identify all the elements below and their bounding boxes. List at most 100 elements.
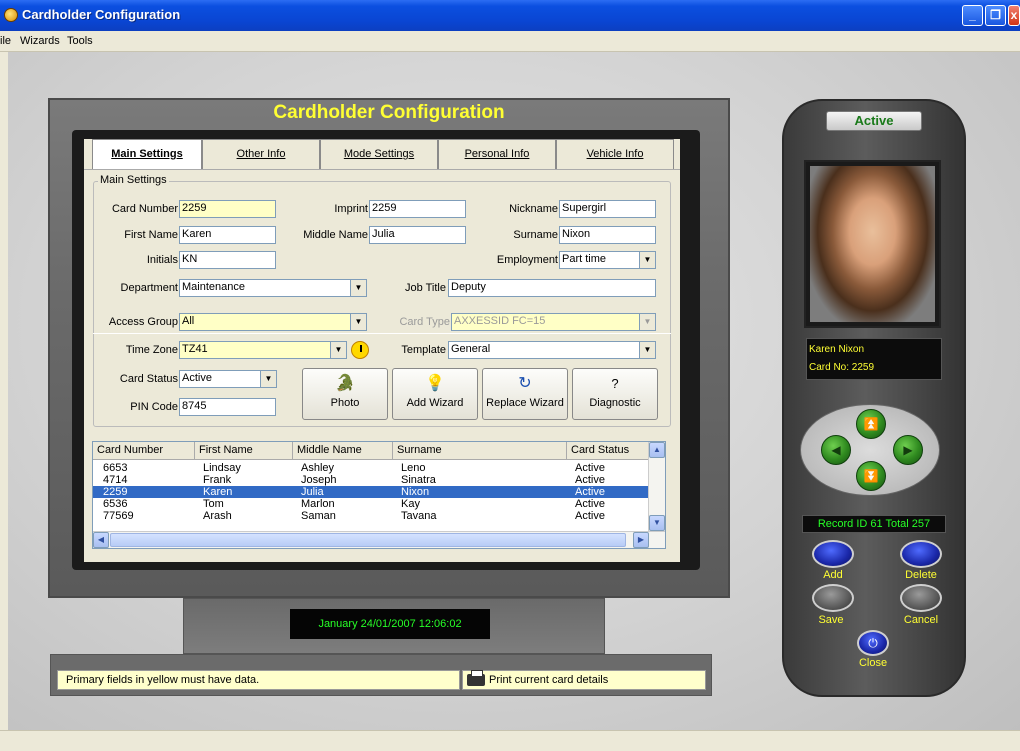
scroll-left-icon[interactable]: ◀	[93, 532, 109, 548]
scroll-right-icon[interactable]: ▶	[633, 532, 649, 548]
cardholder-photo	[810, 166, 935, 322]
cardholder-name: Karen Nixon	[809, 344, 865, 355]
screen-title: Cardholder Configuration	[273, 102, 505, 123]
add-wizard-button[interactable]: 💡 Add Wizard	[392, 368, 478, 420]
table-row[interactable]: 4714 Frank Joseph Sinatra Active	[93, 474, 653, 486]
chevron-down-icon[interactable]: ▼	[350, 280, 366, 296]
next-record-icon[interactable]: ▶	[893, 435, 923, 465]
maximize-button[interactable]: ❐	[985, 5, 1006, 26]
minimize-button[interactable]: _	[962, 5, 983, 26]
vertical-scrollbar[interactable]: ▲ ▼	[648, 442, 665, 532]
power-icon: ⏻	[868, 636, 878, 650]
close-window-button[interactable]: x	[1008, 5, 1020, 26]
template-select[interactable]: General ▼	[448, 341, 656, 359]
tab-other-info[interactable]: Other Info	[202, 139, 320, 169]
tab-main-settings[interactable]: Main Settings	[92, 139, 202, 171]
window-title: Cardholder Configuration	[22, 7, 181, 22]
delete-label: Delete	[905, 569, 937, 581]
tab-vehicle-info[interactable]: Vehicle Info	[556, 139, 674, 169]
column-header-surname[interactable]: Surname	[393, 442, 567, 460]
horizontal-scrollbar[interactable]: ◀ ▶	[93, 531, 665, 548]
title-bar: Cardholder Configuration _ ❐ x	[0, 0, 1020, 31]
status-message: Primary fields in yellow must have data.	[57, 670, 460, 690]
scroll-thumb[interactable]	[110, 533, 626, 547]
pin-code-field[interactable]: 8745	[179, 398, 276, 416]
tab-strip: Main Settings Other Info Mode Settings P…	[84, 139, 680, 171]
time-zone-select[interactable]: TZ41 ▼	[179, 341, 347, 359]
save-button[interactable]	[812, 584, 854, 612]
job-title-field[interactable]: Deputy	[448, 279, 656, 297]
first-name-field[interactable]: Karen	[179, 226, 276, 244]
print-card-details-link[interactable]: Print current card details	[462, 670, 706, 690]
cardholder-summary: Karen Nixon Card No: 2259	[806, 338, 942, 380]
middle-name-field[interactable]: Julia	[369, 226, 466, 244]
chevron-down-icon[interactable]: ▼	[350, 314, 366, 330]
card-type-select: AXXESSID FC=15 ▼	[451, 313, 656, 331]
photo-frame	[804, 160, 941, 328]
delete-button[interactable]	[900, 540, 942, 568]
tab-personal-info[interactable]: Personal Info	[438, 139, 556, 169]
tab-mode-settings[interactable]: Mode Settings	[320, 139, 438, 169]
last-record-icon[interactable]: ⏬	[856, 461, 886, 491]
template-label: Template	[401, 344, 446, 356]
card-number-label: Card Number	[111, 203, 178, 215]
column-header-first-name[interactable]: First Name	[195, 442, 293, 460]
imprint-field[interactable]: 2259	[369, 200, 466, 218]
column-header-card-status[interactable]: Card Status	[567, 442, 651, 460]
middle-name-label: Middle Name	[303, 229, 368, 241]
surname-label: Surname	[513, 229, 558, 241]
refresh-arrow-icon: ↻	[518, 375, 532, 392]
chevron-down-icon[interactable]: ▼	[260, 371, 276, 387]
record-counter: Record ID 61 Total 257	[802, 515, 946, 533]
cancel-button[interactable]	[900, 584, 942, 612]
add-label: Add	[823, 569, 843, 581]
cardholder-grid: Card Number First Name Middle Name Surna…	[92, 441, 666, 549]
nickname-field[interactable]: Supergirl	[559, 200, 656, 218]
department-select[interactable]: Maintenance ▼	[179, 279, 367, 297]
first-record-icon[interactable]: ⏫	[856, 409, 886, 439]
menu-tools[interactable]: Tools	[67, 35, 93, 47]
department-label: Department	[120, 282, 178, 294]
close-button[interactable]: ⏻	[857, 630, 889, 656]
photo-button[interactable]: 🐊 Photo	[302, 368, 388, 420]
clock-icon[interactable]	[351, 341, 369, 359]
employment-label: Employment	[496, 254, 558, 266]
table-row[interactable]: 6536 Tom Marlon Kay Active	[93, 498, 653, 510]
previous-record-icon[interactable]: ◀	[821, 435, 851, 465]
card-number-field[interactable]: 2259	[179, 200, 276, 218]
card-status-label: Card Status	[119, 373, 178, 385]
column-header-middle-name[interactable]: Middle Name	[293, 442, 393, 460]
card-status-select[interactable]: Active ▼	[179, 370, 277, 388]
chevron-down-icon[interactable]: ▼	[639, 342, 655, 358]
cancel-label: Cancel	[903, 614, 939, 626]
table-row-selected[interactable]: 2259 Karen Julia Nixon Active	[93, 486, 653, 498]
diagnostic-button[interactable]: ? Diagnostic	[572, 368, 658, 420]
replace-wizard-button[interactable]: ↻ Replace Wizard	[482, 368, 568, 420]
time-zone-label: Time Zone	[125, 344, 178, 356]
menu-wizards[interactable]: Wizards	[20, 35, 60, 47]
scroll-up-icon[interactable]: ▲	[649, 442, 665, 458]
add-button[interactable]	[812, 540, 854, 568]
menu-file[interactable]: ile	[0, 35, 11, 47]
chevron-down-icon[interactable]: ▼	[330, 342, 346, 358]
lightbulb-icon: 💡	[425, 375, 445, 392]
group-label: Main Settings	[98, 174, 169, 186]
save-label: Save	[818, 614, 844, 626]
initials-field[interactable]: KN	[179, 251, 276, 269]
status-badge: Active	[826, 111, 922, 131]
app-icon	[4, 8, 18, 22]
table-row[interactable]: 77569 Arash Saman Tavana Active	[93, 510, 653, 522]
surname-field[interactable]: Nixon	[559, 226, 656, 244]
access-group-select[interactable]: All ▼	[179, 313, 367, 331]
job-title-label: Job Title	[405, 282, 446, 294]
scroll-down-icon[interactable]: ▼	[649, 515, 665, 531]
chevron-down-icon[interactable]: ▼	[639, 252, 655, 268]
window-status-strip	[0, 730, 1020, 751]
close-label: Close	[858, 657, 888, 669]
printer-icon	[467, 670, 485, 687]
employment-select[interactable]: Part time ▼	[559, 251, 656, 269]
column-header-card-number[interactable]: Card Number	[93, 442, 195, 460]
table-row[interactable]: 6653 Lindsay Ashley Leno Active	[93, 462, 653, 474]
card-type-label: Card Type	[399, 316, 450, 328]
question-icon: ?	[611, 376, 619, 391]
